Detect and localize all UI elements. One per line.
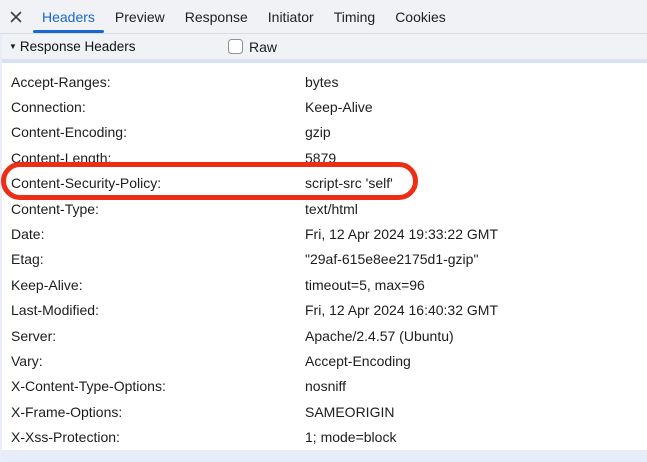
header-name: Last-Modified: [2,302,99,318]
raw-checkbox[interactable] [228,39,243,54]
header-row-connection: Connection: Keep-Alive [2,94,647,119]
header-row-server: Server: Apache/2.4.57 (Ubuntu) [2,323,647,348]
tab-cookies[interactable]: Cookies [385,0,456,33]
tab-label: Cookies [395,9,446,25]
header-value: Keep-Alive [305,99,373,115]
header-value: nosniff [305,378,346,394]
header-name: Content-Length: [2,150,111,166]
response-headers-section-header[interactable]: ▼ Response Headers Raw [2,34,647,60]
header-name: Etag: [2,251,44,267]
header-row-last-modified: Last-Modified: Fri, 12 Apr 2024 16:40:32… [2,298,647,323]
header-row-content-encoding: Content-Encoding: gzip [2,120,647,145]
headers-list: Accept-Ranges: bytes Connection: Keep-Al… [2,63,647,450]
header-value: Fri, 12 Apr 2024 16:40:32 GMT [305,302,498,318]
header-value: gzip [305,124,331,140]
header-value: text/html [305,201,358,217]
tab-preview[interactable]: Preview [105,0,175,33]
header-name: X-Xss-Protection: [2,429,120,445]
network-details-pane: Headers Preview Response Initiator Timin… [0,0,647,462]
header-row-keep-alive: Keep-Alive: timeout=5, max=96 [2,272,647,297]
close-button[interactable] [0,0,32,33]
header-value: Fri, 12 Apr 2024 19:33:22 GMT [305,226,498,242]
header-name: Server: [2,328,56,344]
header-name: Connection: [2,99,86,115]
header-value: script-src 'self' [305,175,393,191]
tab-response[interactable]: Response [175,0,258,33]
header-row-vary: Vary: Accept-Encoding [2,348,647,373]
headers-pane: ▼ Response Headers Raw Accept-Ranges: by… [0,34,647,462]
header-name: Date: [2,226,44,242]
tab-headers[interactable]: Headers [32,0,105,33]
tab-label: Preview [115,9,165,25]
header-row-x-frame-options: X-Frame-Options: SAMEORIGIN [2,399,647,424]
header-name: Content-Type: [2,201,99,217]
header-row-content-length: Content-Length: 5879 [2,145,647,170]
tab-timing[interactable]: Timing [324,0,386,33]
section-title: Response Headers [20,39,136,54]
header-value: 1; mode=block [305,429,396,445]
collapse-triangle-icon[interactable]: ▼ [9,43,17,51]
header-row-content-type: Content-Type: text/html [2,196,647,221]
raw-toggle: Raw [228,34,277,59]
header-name: X-Content-Type-Options: [2,378,166,394]
header-row-etag: Etag: "29af-615e8ee2175d1-gzip" [2,247,647,272]
header-value: Accept-Encoding [305,353,411,369]
header-row-accept-ranges: Accept-Ranges: bytes [2,69,647,94]
close-icon [9,10,23,24]
tab-label: Timing [334,9,376,25]
tab-label: Headers [42,9,95,25]
header-name: X-Frame-Options: [2,404,122,420]
bottom-strip [2,450,647,462]
header-name: Vary: [2,353,43,369]
header-name: Keep-Alive: [2,277,83,293]
header-value: timeout=5, max=96 [305,277,425,293]
devtools-tabbar: Headers Preview Response Initiator Timin… [0,0,647,34]
header-row-x-xss-protection: X-Xss-Protection: 1; mode=block [2,424,647,449]
header-row-date: Date: Fri, 12 Apr 2024 19:33:22 GMT [2,221,647,246]
header-row-x-content-type-options: X-Content-Type-Options: nosniff [2,374,647,399]
header-value: bytes [305,74,338,90]
header-name: Accept-Ranges: [2,74,111,90]
header-value: SAMEORIGIN [305,404,394,420]
tab-strip: Headers Preview Response Initiator Timin… [32,0,456,33]
header-value: "29af-615e8ee2175d1-gzip" [305,251,478,267]
raw-checkbox-label[interactable]: Raw [249,39,277,55]
header-value: 5879 [305,150,336,166]
tab-initiator[interactable]: Initiator [258,0,324,33]
tab-label: Initiator [268,9,314,25]
tab-label: Response [185,9,248,25]
header-value: Apache/2.4.57 (Ubuntu) [305,328,454,344]
header-name: Content-Encoding: [2,124,127,140]
header-name: Content-Security-Policy: [2,175,161,191]
header-row-content-security-policy: Content-Security-Policy: script-src 'sel… [2,171,647,196]
